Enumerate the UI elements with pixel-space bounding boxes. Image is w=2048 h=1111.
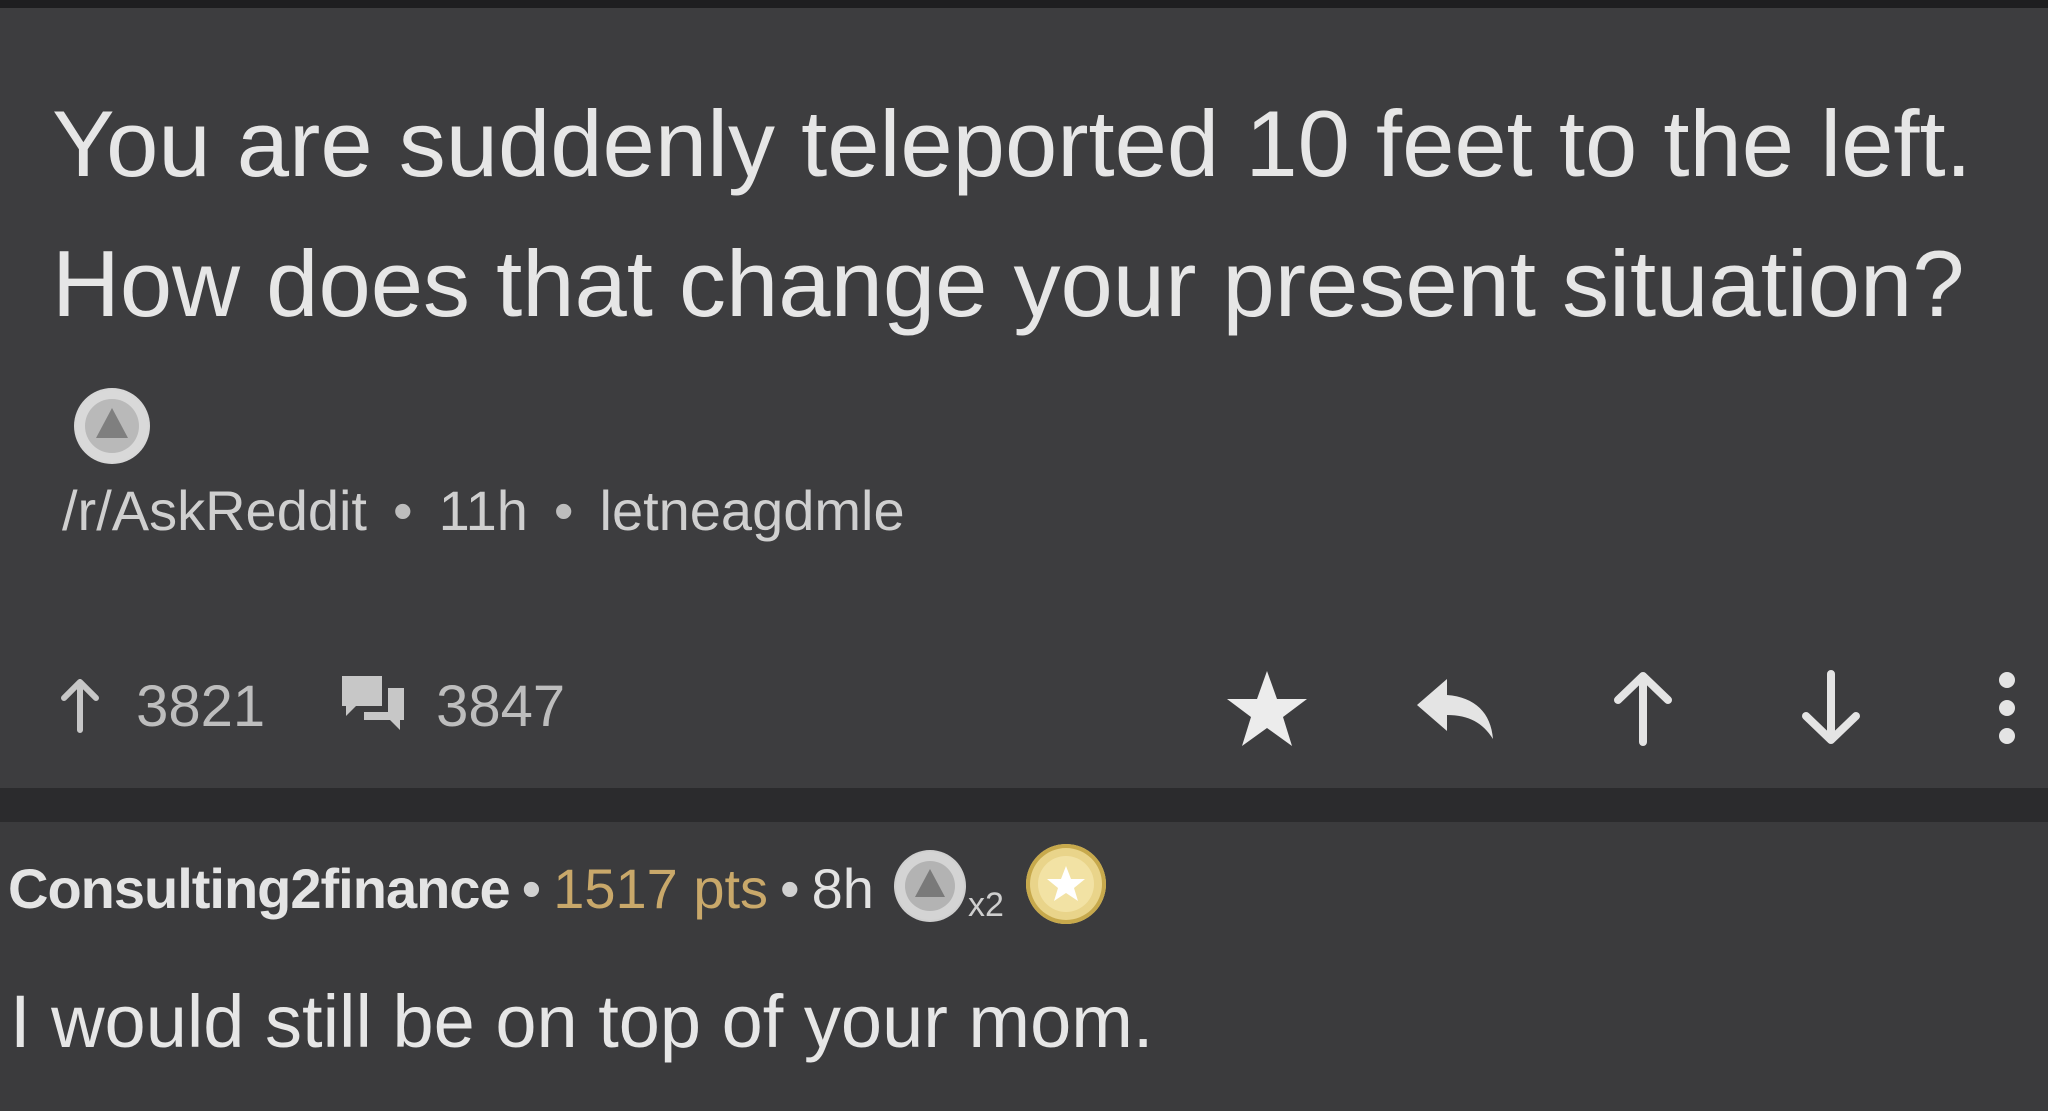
- upvote-count-text: 3821: [136, 674, 266, 739]
- top-edge: [0, 0, 2048, 8]
- post-age: 11h: [438, 479, 528, 542]
- arrow-up-icon: [61, 679, 99, 733]
- post-card[interactable]: You are suddenly teleported 10 feet to t…: [0, 8, 2048, 788]
- silver-award-icon: [893, 850, 966, 922]
- upvote-count[interactable]: 3821: [58, 672, 265, 742]
- meta-separator: •: [521, 857, 542, 920]
- downvote-button[interactable]: [1786, 668, 1876, 748]
- comment-count-text: 3847: [436, 674, 566, 739]
- meta-separator: •: [553, 479, 574, 542]
- more-options-button[interactable]: [1972, 668, 2042, 748]
- award-count: x2: [967, 886, 1004, 924]
- post-title[interactable]: You are suddenly teleported 10 feet to t…: [52, 74, 1992, 494]
- comment[interactable]: Consulting2finance • 1517 pts • 8h x2 I would…: [0, 822, 2048, 1111]
- comment-age: 8h: [811, 857, 874, 920]
- star-icon: [1227, 671, 1307, 746]
- meta-separator: •: [393, 479, 413, 542]
- post-title-text: You are suddenly teleported 10 feet to t…: [52, 91, 1972, 336]
- reply-button[interactable]: [1410, 668, 1500, 748]
- more-vertical-icon: [1999, 672, 2015, 744]
- post-action-bar: 3821 3847: [0, 658, 2048, 758]
- section-divider: [0, 788, 2048, 822]
- comment-bubbles-icon: [342, 676, 404, 730]
- post-author[interactable]: letneagdmle: [600, 479, 905, 542]
- comment-count[interactable]: 3847: [338, 672, 565, 742]
- comment-header: Consulting2finance • 1517 pts • 8h x2: [8, 844, 1106, 945]
- save-button[interactable]: [1222, 668, 1312, 748]
- post-meta: /r/AskReddit • 11h • letneagdmle: [62, 476, 905, 546]
- gold-award-icon: [1025, 844, 1106, 924]
- arrow-up-icon: [1614, 672, 1672, 746]
- meta-separator: •: [780, 857, 800, 920]
- silver-award-icon: [74, 388, 150, 464]
- reply-icon: [1417, 679, 1493, 739]
- upvote-button[interactable]: [1598, 668, 1688, 748]
- subreddit-link[interactable]: /r/AskReddit: [62, 479, 367, 542]
- comment-author[interactable]: Consulting2finance: [8, 857, 511, 920]
- comment-points: 1517 pts: [553, 857, 769, 920]
- comment-body: I would still be on top of your mom.: [10, 980, 1154, 1063]
- screen: You are suddenly teleported 10 feet to t…: [0, 0, 2048, 1111]
- arrow-down-icon: [1802, 670, 1860, 744]
